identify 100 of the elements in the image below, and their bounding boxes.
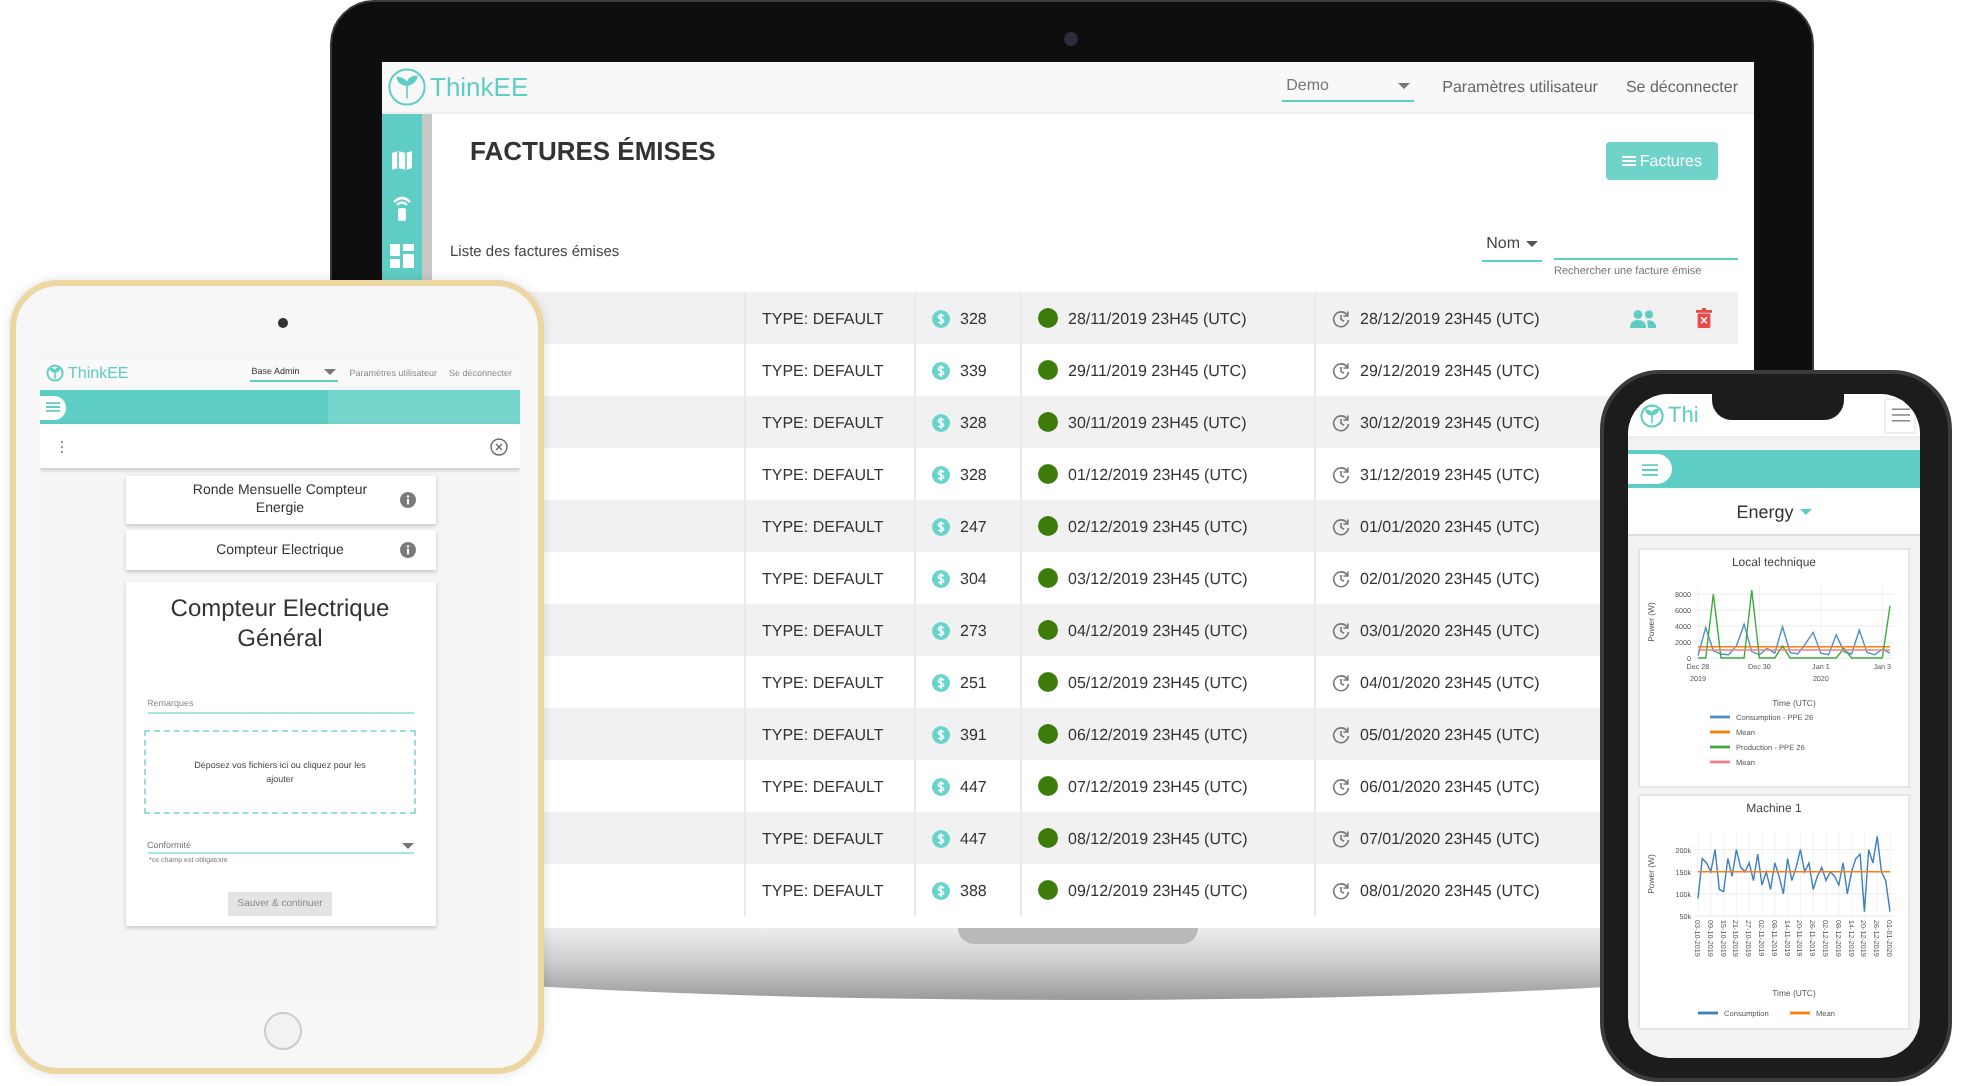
table-cell: 447: [960, 777, 987, 795]
table-cell: 328: [960, 309, 987, 327]
page-title: FACTURES ÉMISES: [470, 134, 716, 166]
logo-text: ThinkEE: [68, 364, 129, 382]
status-dot: [1038, 828, 1058, 848]
table-cell: 01/12/2019 23H45 (UTC): [1068, 465, 1248, 483]
close-icon[interactable]: [490, 437, 508, 455]
form-title: Compteur Electrique Général: [168, 594, 392, 654]
dollar-icon: [932, 777, 950, 795]
status-dot: [1038, 672, 1058, 692]
users-icon[interactable]: [1630, 309, 1656, 327]
table-cell: 02/01/2020 23H45 (UTC): [1360, 569, 1540, 587]
status-dot: [1038, 308, 1058, 328]
clock-icon: [1332, 309, 1350, 327]
table-cell: 06/12/2019 23H45 (UTC): [1068, 725, 1248, 743]
table-cell: 304: [960, 569, 987, 587]
table-cell: TYPE: DEFAULT: [762, 465, 884, 483]
status-dot: [1038, 360, 1058, 380]
list-icon: [1621, 156, 1636, 166]
sprout-icon: [388, 68, 426, 106]
table-cell: 08/01/2020 23H45 (UTC): [1360, 881, 1540, 899]
table-cell: TYPE: DEFAULT: [762, 309, 884, 327]
dollar-icon: [932, 725, 950, 743]
dollar-icon: [932, 621, 950, 639]
clock-icon: [1332, 621, 1350, 639]
table-cell: 29/12/2019 23H45 (UTC): [1360, 361, 1540, 379]
energy-dropdown[interactable]: Energy: [1628, 488, 1920, 536]
clock-icon: [1332, 361, 1350, 379]
dollar-icon: [932, 881, 950, 899]
clock-icon: [1332, 465, 1350, 483]
status-dot: [1038, 620, 1058, 640]
table-cell: 30/12/2019 23H45 (UTC): [1360, 413, 1540, 431]
dollar-icon: [932, 569, 950, 587]
sort-dropdown[interactable]: Nom: [1482, 230, 1542, 262]
caret-icon: [1526, 239, 1538, 247]
dollar-icon: [932, 413, 950, 431]
logo-text: Thi: [1668, 403, 1699, 427]
info-icon[interactable]: [399, 492, 415, 508]
dashboard-icon[interactable]: [390, 244, 414, 268]
dollar-icon: [932, 309, 950, 327]
table-cell: 06/01/2020 23H45 (UTC): [1360, 777, 1540, 795]
header-link[interactable]: Paramètres utilisateur: [1442, 78, 1598, 96]
table-cell: 391: [960, 725, 987, 743]
table-cell: 30/11/2019 23H45 (UTC): [1068, 413, 1247, 431]
table-cell: 247: [960, 517, 987, 535]
phone-notch: [1712, 390, 1844, 420]
menu-icon: [1642, 463, 1658, 475]
map-icon[interactable]: [390, 148, 414, 172]
caret-icon: [1398, 81, 1411, 89]
sprout-icon: [1640, 403, 1664, 427]
camera-dot: [278, 318, 288, 328]
info-icon[interactable]: [399, 542, 415, 558]
table-cell: 04/01/2020 23H45 (UTC): [1360, 673, 1540, 691]
table-cell: TYPE: DEFAULT: [762, 517, 884, 535]
table-cell: 28/12/2019 23H45 (UTC): [1360, 309, 1540, 327]
clock-icon: [1332, 569, 1350, 587]
clock-icon: [1332, 777, 1350, 795]
dollar-icon: [932, 517, 950, 535]
logo-text: ThinkEE: [430, 72, 529, 102]
table-cell: 03/01/2020 23H45 (UTC): [1360, 621, 1540, 639]
table-cell: TYPE: DEFAULT: [762, 777, 884, 795]
table-cell: 05/01/2020 23H45 (UTC): [1360, 725, 1540, 743]
menu-button[interactable]: [1884, 397, 1916, 433]
dollar-icon: [932, 829, 950, 847]
table-cell: TYPE: DEFAULT: [762, 673, 884, 691]
table-cell: 29/11/2019 23H45 (UTC): [1068, 361, 1247, 379]
dollar-icon: [932, 465, 950, 483]
home-button[interactable]: [264, 1012, 302, 1050]
table-cell: 339: [960, 361, 987, 379]
table-cell: TYPE: DEFAULT: [762, 881, 884, 899]
status-dot: [1038, 724, 1058, 744]
status-dot: [1038, 516, 1058, 536]
menu-icon: [46, 402, 60, 412]
table-cell: 328: [960, 465, 987, 483]
table-cell: 02/12/2019 23H45 (UTC): [1068, 517, 1248, 535]
table-cell: TYPE: DEFAULT: [762, 621, 884, 639]
clock-icon: [1332, 413, 1350, 431]
table-cell: 388: [960, 881, 987, 899]
table-cell: 05/12/2019 23H45 (UTC): [1068, 673, 1248, 691]
table-cell: 273: [960, 621, 987, 639]
sprout-icon: [46, 364, 64, 382]
caret-icon: [1799, 507, 1812, 515]
table-cell: TYPE: DEFAULT: [762, 569, 884, 587]
table-cell: 328: [960, 413, 987, 431]
table-cell: TYPE: DEFAULT: [762, 413, 884, 431]
status-dot: [1038, 464, 1058, 484]
account-dropdown[interactable]: Demo: [1282, 72, 1415, 102]
clock-icon: [1332, 725, 1350, 743]
dollar-icon: [932, 673, 950, 691]
header-link[interactable]: Se déconnecter: [1625, 78, 1738, 96]
table-cell: TYPE: DEFAULT: [762, 361, 884, 379]
camera-dot: [1064, 32, 1078, 46]
table-cell: 04/12/2019 23H45 (UTC): [1068, 621, 1248, 639]
table-cell: 08/12/2019 23H45 (UTC): [1068, 829, 1248, 847]
clock-icon: [1332, 881, 1350, 899]
clock-icon: [1332, 517, 1350, 535]
menu-icon: [1891, 408, 1909, 422]
trash-icon[interactable]: [1696, 308, 1712, 328]
remote-icon[interactable]: [390, 194, 414, 222]
clock-icon: [1332, 673, 1350, 691]
